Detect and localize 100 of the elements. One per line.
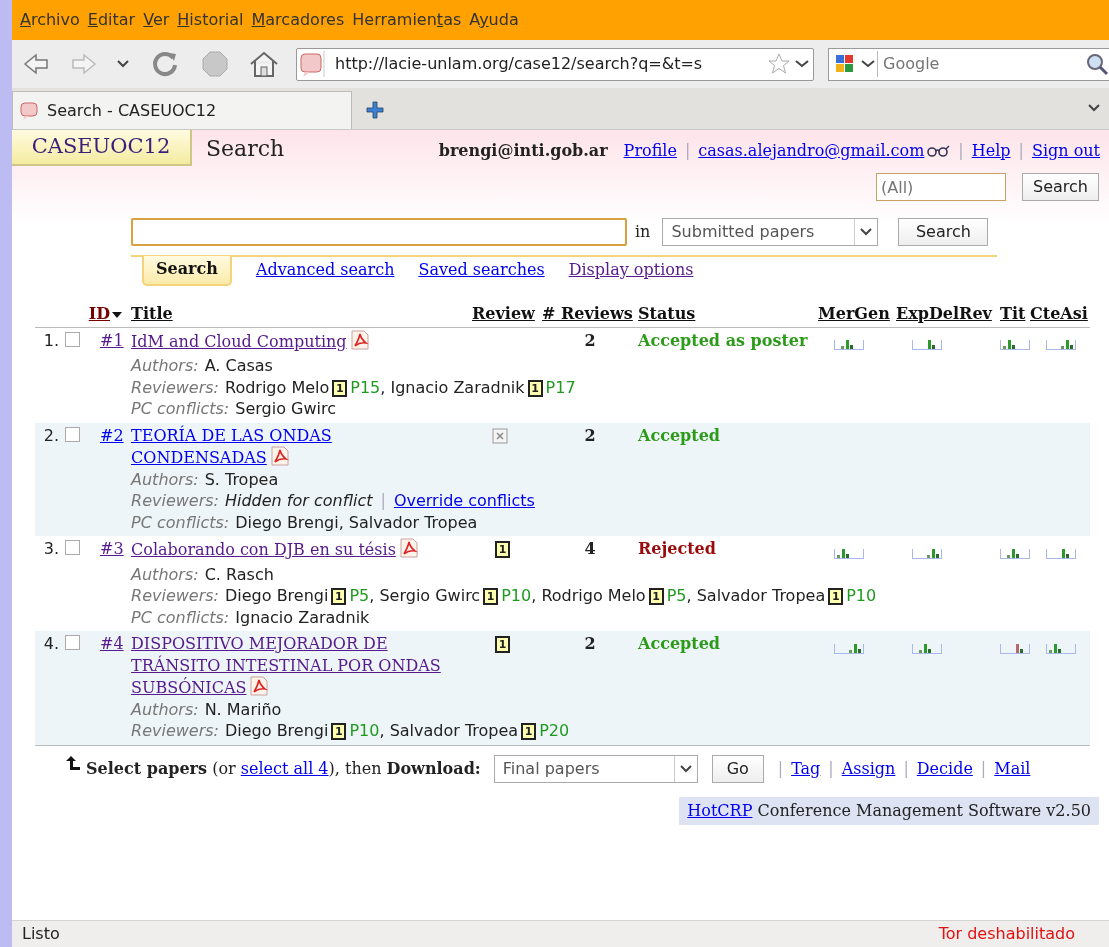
column-header[interactable]: Review	[472, 304, 535, 323]
search-tab[interactable]: Saved searches	[418, 257, 545, 283]
header-link[interactable]: Sign out	[1031, 139, 1100, 163]
menu-item[interactable]: Archivo	[16, 8, 84, 32]
field-label: Authors:	[131, 699, 199, 719]
go-button[interactable]: Go	[711, 754, 764, 783]
field-label: Reviewers:	[131, 721, 219, 740]
bookmark-star-icon[interactable]	[767, 52, 791, 76]
reviewer-name: Rodrigo Melo	[541, 586, 646, 605]
comma-separator: ,	[531, 586, 537, 605]
search-tab[interactable]: Advanced search	[255, 257, 395, 283]
review-type-badge: 1	[331, 588, 347, 605]
field-value: Diego Brengi, Salvador Tropea	[235, 512, 478, 532]
column-header[interactable]: ID	[88, 304, 111, 323]
header-link[interactable]: Profile	[623, 139, 677, 163]
browser-tab[interactable]: Search - CASEUOC12	[12, 91, 352, 129]
page-title: Search	[206, 135, 285, 163]
field-label: Reviewers:	[131, 586, 219, 605]
quick-search-field[interactable]: (All)	[876, 173, 1007, 201]
quick-search-button[interactable]: Search	[1022, 173, 1099, 201]
scope-select[interactable]: Submitted papers	[662, 218, 879, 246]
url-field[interactable]: http://lacie-unlam.org/case12/search?q=&t=s	[333, 51, 767, 77]
review-type-badge: 1	[828, 588, 844, 605]
new-tab-icon[interactable]	[366, 101, 384, 119]
paper-title-link[interactable]: IdM and Cloud Computing	[131, 329, 370, 352]
field-label: PC conflicts:	[131, 607, 230, 627]
review-count: 4	[584, 539, 596, 558]
override-conflicts-link[interactable]: Override conflicts	[393, 491, 535, 510]
field-label: PC conflicts:	[131, 512, 230, 532]
column-header[interactable]: CteAsi	[1030, 304, 1088, 323]
pdf-icon[interactable]	[349, 329, 370, 350]
menu-item[interactable]: Editar	[83, 8, 140, 32]
home-icon[interactable]	[248, 49, 280, 79]
status-text: Rejected	[638, 539, 716, 558]
reviewer-name: Salvador Tropea	[389, 721, 519, 740]
row-checkbox[interactable]	[65, 426, 80, 442]
review-round: P20	[539, 721, 570, 740]
hidden-reviewers-text: Hidden for conflict	[225, 491, 373, 510]
menu-item[interactable]: Historial	[173, 8, 248, 32]
column-header[interactable]: ExpDelRev	[896, 304, 992, 323]
hotcrp-link[interactable]: HotCRP	[687, 800, 753, 820]
dropdown-icon[interactable]	[859, 59, 877, 69]
review-round: P10	[349, 721, 380, 740]
search-icon[interactable]	[1085, 52, 1109, 76]
link-separator: |	[979, 757, 988, 780]
column-header[interactable]: Status	[638, 304, 696, 323]
review-round: P15	[350, 377, 381, 397]
link-separator: |	[1017, 140, 1025, 162]
review-type-badge: 1	[495, 541, 511, 558]
column-header[interactable]: Tit	[1000, 304, 1026, 323]
reviewer-name: Rodrigo Melo	[225, 377, 330, 397]
action-link[interactable]: Tag	[791, 756, 821, 781]
pdf-icon[interactable]	[249, 676, 270, 696]
review-type-badge: 1	[483, 588, 499, 605]
field-label: Authors:	[131, 356, 199, 375]
field-value: A. Casas	[204, 356, 273, 375]
menu-item[interactable]: Herramientas	[348, 8, 466, 32]
action-link[interactable]: Mail	[994, 756, 1031, 781]
header-link[interactable]: casas.alejandro@gmail.com	[698, 139, 925, 163]
pdf-icon[interactable]	[269, 446, 290, 466]
search-button[interactable]: Search	[898, 218, 989, 246]
menu-item[interactable]: Marcadores	[247, 8, 349, 32]
column-header[interactable]: MerGen	[818, 304, 890, 323]
row-number: 1.	[43, 330, 59, 350]
action-link[interactable]: Assign	[841, 756, 896, 781]
tab-list-icon[interactable]	[1087, 103, 1101, 113]
address-bar[interactable]: http://lacie-unlam.org/case12/search?q=&t=s	[296, 47, 814, 81]
comma-separator: ,	[379, 721, 385, 740]
pdf-icon[interactable]	[398, 538, 419, 558]
review-type-badge: 1	[332, 379, 348, 397]
row-checkbox[interactable]	[65, 635, 80, 650]
dropdown-icon	[678, 763, 693, 774]
reviewer-name: Salvador Tropea	[696, 586, 826, 605]
field-value: Sergio Gwirc	[235, 399, 336, 418]
header-link[interactable]: Help	[971, 139, 1011, 163]
action-link[interactable]: Decide	[916, 756, 973, 781]
search-tab[interactable]: Display options	[568, 257, 694, 283]
search-bar[interactable]: Google	[828, 47, 1109, 81]
column-header[interactable]: # Reviews	[542, 304, 633, 323]
menu-item[interactable]: Ver	[139, 8, 174, 32]
review-round: P10	[501, 586, 532, 605]
paper-title-link[interactable]: Colaborando con DJB en su tésis	[131, 538, 419, 561]
select-all-link[interactable]: select all 4	[240, 758, 329, 778]
row-checkbox[interactable]	[65, 540, 80, 555]
review-round: P10	[846, 586, 877, 605]
menu-item[interactable]: Ayuda	[465, 8, 523, 32]
dropdown-icon[interactable]	[116, 59, 130, 69]
search-field[interactable]	[131, 218, 627, 246]
status-text: Accepted	[638, 425, 721, 445]
search-tab[interactable]: Search	[142, 256, 232, 286]
download-select[interactable]: Final papers	[493, 754, 698, 783]
reload-icon[interactable]	[150, 49, 180, 79]
row-number: 2.	[43, 425, 59, 445]
page-icon	[19, 99, 41, 122]
field-value: C. Rasch	[204, 564, 274, 584]
paper-id-link[interactable]: #1	[100, 330, 124, 350]
row-checkbox[interactable]	[65, 331, 80, 347]
paper-id-link[interactable]: #3	[100, 539, 124, 558]
column-header[interactable]: Title	[131, 304, 173, 323]
site-logo[interactable]: CASEUOC12	[12, 130, 192, 166]
